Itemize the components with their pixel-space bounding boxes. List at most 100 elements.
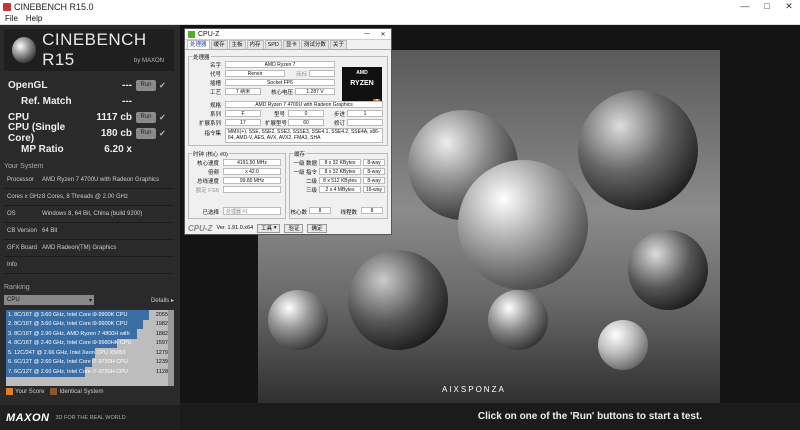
run-opengl-button[interactable]: Run <box>136 79 156 91</box>
check-icon[interactable]: ✓ <box>159 81 166 90</box>
score-label: CPU (Single Core) <box>8 122 66 144</box>
l3-way-field: 16-way <box>363 186 385 193</box>
render-sphere <box>348 250 448 350</box>
close-button[interactable]: ✕ <box>778 1 800 12</box>
field-label: 系列 <box>209 112 221 118</box>
score-value: --- <box>122 95 132 107</box>
model-field: 0 <box>288 110 324 117</box>
check-icon[interactable]: ✓ <box>159 129 166 138</box>
l3-field: 2 x 4 MBytes <box>319 186 361 193</box>
tab-memory[interactable]: 内存 <box>246 40 264 49</box>
ext-family-field: 17 <box>225 119 261 126</box>
ranking-text: 4. 8C/16T @ 2.40 GHz, Intel Core i9-9980… <box>8 340 132 347</box>
ranking-score: 1279 <box>155 349 168 356</box>
score-label: MP Ratio <box>21 143 64 155</box>
processor-select-value: 处理器 #1 <box>226 208 248 215</box>
sys-value: AMD Radeon(TM) Graphics <box>42 245 117 251</box>
legend-swatch <box>6 388 13 395</box>
revision-field <box>347 119 383 126</box>
ranking-item[interactable]: 2. 8C/16T @ 3.60 GHz, Intel Core i9-9900… <box>6 319 174 329</box>
minimize-button[interactable]: — <box>734 1 756 12</box>
field-label: 额定 FSB <box>195 188 219 194</box>
details-button[interactable]: Details ▸ <box>151 297 174 304</box>
threads-field: 8 <box>361 207 383 214</box>
group-title: 时钟 (核心 #0) <box>192 150 229 158</box>
field-label: 二级 <box>305 179 317 185</box>
legend-label: Your Score <box>15 389 45 396</box>
ryzen-label: RYZEN <box>350 80 374 87</box>
field-label: 规格 <box>209 103 221 109</box>
ranking-item[interactable]: 3. 8C/16T @ 2.90 GHz, AMD Ryzen 7 4800H … <box>6 329 174 339</box>
tab-processor[interactable]: 处理器 <box>187 40 210 49</box>
ranking-item[interactable]: 1. 8C/16T @ 3.60 GHz, Intel Core i9-9900… <box>6 310 174 320</box>
run-cpu-single-button[interactable]: Run <box>136 127 156 139</box>
score-row-cpu-single: CPU (Single Core) 180 cb Run ✓ <box>4 122 174 144</box>
ext-model-field: 60 <box>288 119 324 126</box>
maximize-button[interactable]: □ <box>756 1 778 12</box>
ranking-item[interactable]: 7. 6C/12T @ 2.60 GHz, Intel Core i7-9750… <box>6 367 174 377</box>
family-field: F <box>225 110 261 117</box>
window-title: CINEBENCH R15.0 <box>14 1 94 12</box>
your-system-title: Your System <box>4 163 44 170</box>
field-label: 名字 <box>209 63 221 69</box>
cinebench-logo: CINEBENCH R15 by MAXON <box>4 29 174 71</box>
validate-button[interactable]: 验证 <box>284 223 304 233</box>
legend-label: Identical System <box>59 389 104 396</box>
check-icon[interactable]: ✓ <box>159 113 166 122</box>
tools-button[interactable]: 工具 ▾ <box>257 223 281 233</box>
tab-bench[interactable]: 测试分数 <box>300 40 329 49</box>
cpuz-window[interactable]: CPU-Z — ✕ 处理器 缓存 主板 内存 SPD 显卡 测试分数 关于 处理… <box>184 28 392 235</box>
ranking-scrollbar[interactable] <box>168 310 174 386</box>
field-label: 插槽 <box>209 81 221 87</box>
tab-mainboard[interactable]: 主板 <box>228 40 246 49</box>
cpuz-logo: CPU-Z <box>188 223 213 233</box>
run-cpu-button[interactable]: Run <box>136 111 156 123</box>
field-label: 已选择 <box>202 210 219 216</box>
l1i-field: 8 x 32 KBytes <box>319 168 361 175</box>
maxon-tagline: 3D FOR THE REAL WORLD <box>55 414 126 421</box>
ranking-item[interactable]: 5. 12C/24T @ 2.66 GHz, Intel Xeon CPU X5… <box>6 348 174 358</box>
l1d-field: 8 x 32 KBytes <box>319 159 361 166</box>
ranking-legend: Your Score Identical System <box>6 388 104 395</box>
ranking-item[interactable]: 4. 8C/16T @ 2.40 GHz, Intel Core i9-9980… <box>6 338 174 348</box>
processor-select[interactable]: 处理器 #1 <box>223 207 281 215</box>
ranking-score: 1882 <box>155 330 168 337</box>
group-title: 处理器 <box>192 53 211 61</box>
app-icon <box>3 2 11 11</box>
ranking-select[interactable]: CPU ▾ <box>4 295 94 305</box>
tab-about[interactable]: 关于 <box>329 40 347 49</box>
field-label: 指令集 <box>204 131 221 137</box>
tab-spd[interactable]: SPD <box>264 40 282 49</box>
ranking-text: 2. 8C/16T @ 3.60 GHz, Intel Core i9-9900… <box>8 321 128 328</box>
maxon-footer: MAXON 3D FOR THE REAL WORLD <box>0 405 180 430</box>
menu-file[interactable]: File <box>5 14 18 23</box>
field-label: 步进 <box>333 112 345 118</box>
field-label: 代号 <box>209 72 221 78</box>
sys-key: OS <box>7 211 16 217</box>
logo-text: CINEBENCH R15 <box>42 30 147 69</box>
ranking-score: 1128 <box>156 368 168 375</box>
ok-button[interactable]: 确定 <box>307 223 327 233</box>
score-row-opengl: OpenGL --- Run ✓ <box>4 77 174 93</box>
cpuz-close-button[interactable]: ✕ <box>375 31 391 38</box>
legend-your-score: Your Score <box>6 388 44 395</box>
ranking-item[interactable]: 6. 6C/12T @ 2.60 GHz, Intel Core i7-9750… <box>6 357 174 367</box>
cpuz-tabs: 处理器 缓存 主板 内存 SPD 显卡 测试分数 关于 <box>185 40 391 50</box>
bus-speed-field: 99.80 MHz <box>223 177 281 184</box>
ranking-text: 6. 6C/12T @ 2.60 GHz, Intel Core i7-9750… <box>8 359 128 366</box>
field-label: 扩展系列 <box>198 121 221 127</box>
legend-swatch <box>50 388 58 395</box>
field-label: 商标 <box>295 72 307 78</box>
status-bar: Click on one of the 'Run' buttons to sta… <box>180 403 800 430</box>
l1i-way-field: 8-way <box>363 168 385 175</box>
ranking-text: 7. 6C/12T @ 2.60 GHz, Intel Core i7-9750… <box>8 368 128 375</box>
sys-value: 64 Bit <box>42 228 58 234</box>
ranking-list[interactable]: 1. 8C/16T @ 3.60 GHz, Intel Core i9-9900… <box>6 310 174 386</box>
menu-help[interactable]: Help <box>26 14 42 23</box>
tab-graphics[interactable]: 显卡 <box>282 40 300 49</box>
status-text: Click on one of the 'Run' buttons to sta… <box>477 411 703 422</box>
cpuz-minimize-button[interactable]: — <box>359 31 375 38</box>
details-label: Details <box>150 297 170 304</box>
core-speed-field: 4191.50 MHz <box>223 159 281 166</box>
tab-cache[interactable]: 缓存 <box>210 40 228 49</box>
